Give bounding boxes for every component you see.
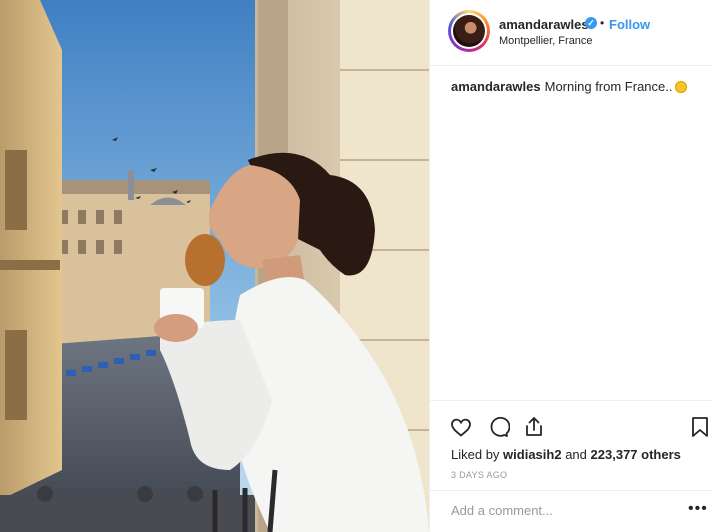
share-icon[interactable] xyxy=(522,415,546,439)
verified-badge-icon: ✓ xyxy=(585,17,597,29)
comment-icon[interactable] xyxy=(486,415,511,439)
separator-dot: • xyxy=(600,16,605,30)
sun-emoji-icon xyxy=(675,81,688,93)
caption-username[interactable]: amandarawles xyxy=(451,79,541,94)
likes-prefix: Liked by xyxy=(451,447,500,462)
post-photo-illustration xyxy=(0,0,429,532)
post-header: amandarawles ✓ • Follow Montpellier, Fra… xyxy=(430,0,713,66)
likes-mid: and xyxy=(565,447,587,462)
action-bar xyxy=(430,400,713,442)
avatar[interactable] xyxy=(448,10,490,52)
more-options-button[interactable]: ••• xyxy=(688,500,708,518)
bookmark-icon[interactable] xyxy=(688,415,712,439)
post-timestamp[interactable]: 3 DAYS AGO xyxy=(451,470,507,480)
comment-input[interactable] xyxy=(451,503,671,518)
likes-count-link[interactable]: 223,377 others xyxy=(591,447,681,462)
post-side-panel: amandarawles ✓ • Follow Montpellier, Fra… xyxy=(429,0,713,532)
heart-icon[interactable] xyxy=(449,415,473,439)
comment-bar: ••• xyxy=(430,490,713,532)
username-link[interactable]: amandarawles xyxy=(499,17,589,32)
post-photo[interactable] xyxy=(0,0,429,532)
follow-button[interactable]: Follow xyxy=(609,17,650,32)
avatar-image xyxy=(451,13,487,49)
liker-username[interactable]: widiasih2 xyxy=(503,447,562,462)
location-link[interactable]: Montpellier, France xyxy=(499,35,593,47)
likes-summary: Liked by widiasih2 and 223,377 others xyxy=(451,447,681,462)
post-caption: amandarawles Morning from France.. xyxy=(451,79,688,94)
caption-text: Morning from France.. xyxy=(544,79,673,94)
